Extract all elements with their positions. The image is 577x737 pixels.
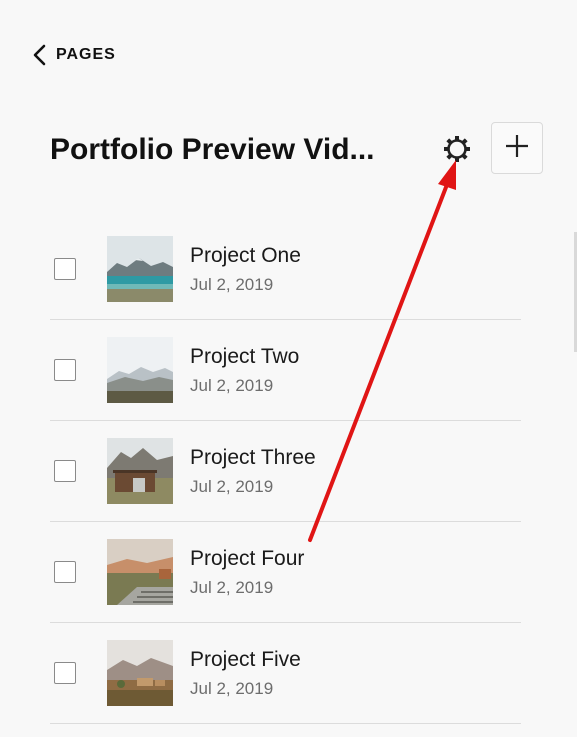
project-title: Project Three <box>190 446 316 469</box>
project-date: Jul 2, 2019 <box>190 477 274 496</box>
project-row-three[interactable]: Project Three Jul 2, 2019 <box>50 421 521 522</box>
project-date: Jul 2, 2019 <box>190 578 274 597</box>
page-settings-button[interactable] <box>437 131 477 171</box>
row-checkbox[interactable] <box>54 561 76 583</box>
project-thumbnail-lake-mountains <box>107 236 173 302</box>
row-checkbox[interactable] <box>54 662 76 684</box>
project-row-five[interactable]: Project Five Jul 2, 2019 <box>50 623 521 724</box>
project-title: Project Two <box>190 345 300 368</box>
back-to-pages-link[interactable]: PAGES <box>32 41 116 69</box>
project-date: Jul 2, 2019 <box>190 679 274 698</box>
project-row-two[interactable]: Project Two Jul 2, 2019 <box>50 320 521 421</box>
row-checkbox[interactable] <box>54 359 76 381</box>
add-page-button[interactable] <box>491 122 543 174</box>
project-date: Jul 2, 2019 <box>190 376 274 395</box>
project-list: Project One Jul 2, 2019 Project Two Jul … <box>50 219 521 724</box>
gear-icon <box>441 133 473 170</box>
row-checkbox[interactable] <box>54 258 76 280</box>
project-title: Project Four <box>190 547 305 570</box>
project-date: Jul 2, 2019 <box>190 275 274 294</box>
project-thumbnail-desert-village <box>107 640 173 706</box>
page-title: Portfolio Preview Vid... <box>50 133 375 166</box>
project-title: Project One <box>190 244 301 267</box>
row-checkbox[interactable] <box>54 460 76 482</box>
project-row-four[interactable]: Project Four Jul 2, 2019 <box>50 522 521 623</box>
back-link-label: PAGES <box>56 46 116 63</box>
project-thumbnail-terraced-steps <box>107 539 173 605</box>
chevron-left-icon <box>32 43 48 67</box>
project-thumbnail-cabin-mountains <box>107 438 173 504</box>
plus-icon <box>504 133 530 164</box>
project-row-one[interactable]: Project One Jul 2, 2019 <box>50 219 521 320</box>
project-title: Project Five <box>190 648 301 671</box>
project-thumbnail-snowy-hills <box>107 337 173 403</box>
